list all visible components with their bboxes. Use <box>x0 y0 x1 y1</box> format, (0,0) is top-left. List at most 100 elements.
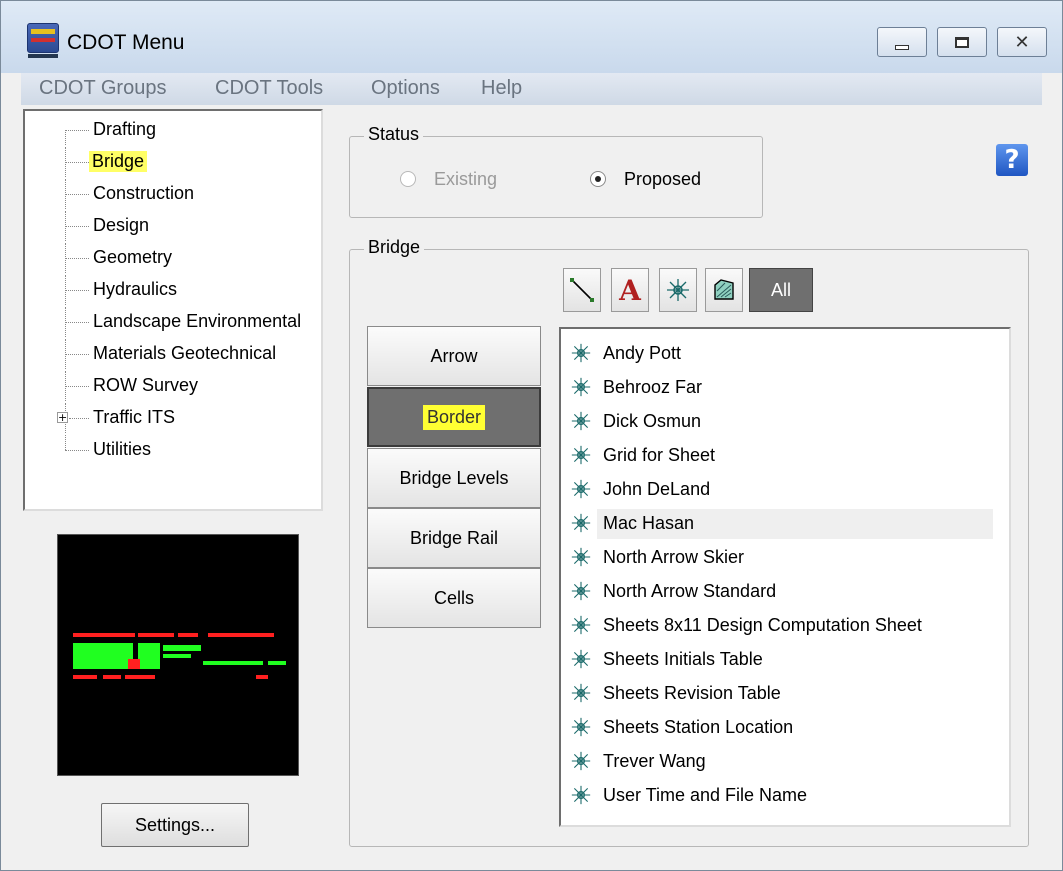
cell-icon <box>571 615 591 635</box>
list-item-label: Sheets 8x11 Design Computation Sheet <box>603 615 922 635</box>
status-group-label: Status <box>364 124 424 145</box>
tree-item-label: Traffic ITS <box>93 407 176 427</box>
line-icon <box>570 278 594 302</box>
menu-options[interactable]: Options <box>371 77 440 100</box>
preview-drawing <box>73 633 286 679</box>
cell-icon <box>571 717 591 737</box>
tree-item-label: Landscape Environmental <box>93 311 302 331</box>
list-item-label: Andy Pott <box>603 343 682 363</box>
cell-icon <box>571 513 591 533</box>
tree-item-label: Utilities <box>93 439 152 459</box>
list-item-label: Trever Wang <box>603 751 706 771</box>
minimize-button[interactable] <box>877 27 927 57</box>
maximize-icon <box>955 36 969 48</box>
filter-all-button[interactable]: All <box>749 268 813 312</box>
filter-text-button[interactable]: A <box>611 268 649 312</box>
cdot-menu-window: CDOT Menu ✕ CDOT Groups CDOT Tools Optio… <box>0 0 1063 871</box>
cell-icon <box>571 649 591 669</box>
list-item-sheets-station-location[interactable]: Sheets Station Location <box>569 713 999 743</box>
list-item-sheets-revision-table[interactable]: Sheets Revision Table <box>569 679 999 709</box>
existing-radio[interactable] <box>400 171 416 187</box>
cell-icon <box>571 785 591 805</box>
cell-icon <box>571 581 591 601</box>
list-item-user-time-and-file-name[interactable]: User Time and File Name <box>569 781 999 811</box>
cell-icon <box>571 683 591 703</box>
list-item-behrooz-far[interactable]: Behrooz Far <box>569 373 999 403</box>
tree-item-drafting[interactable]: Drafting <box>25 115 323 145</box>
tree-item-construction[interactable]: Construction <box>25 179 323 209</box>
menu-bar: CDOT Groups CDOT Tools Options Help <box>21 73 1042 105</box>
list-item-andy-pott[interactable]: Andy Pott <box>569 339 999 369</box>
category-arrow-button[interactable]: Arrow <box>367 326 541 386</box>
list-item-dick-osmun[interactable]: Dick Osmun <box>569 407 999 437</box>
cell-icon <box>571 479 591 499</box>
tree-item-utilities[interactable]: Utilities <box>25 435 323 465</box>
list-item-label: Grid for Sheet <box>603 445 716 465</box>
menu-cdot-tools[interactable]: CDOT Tools <box>215 77 323 100</box>
proposed-radio-label: Proposed <box>624 169 702 189</box>
tree-item-row-survey[interactable]: ROW Survey <box>25 371 323 401</box>
list-item-label: Sheets Initials Table <box>603 649 763 669</box>
window-title: CDOT Menu <box>67 31 185 54</box>
cell-icon <box>571 445 591 465</box>
tree-item-label: Materials Geotechnical <box>93 343 277 363</box>
list-item-label: Sheets Station Location <box>603 717 794 737</box>
list-item-north-arrow-skier[interactable]: North Arrow Skier <box>569 543 999 573</box>
tree-item-label: Design <box>93 215 150 235</box>
settings-button[interactable]: Settings... <box>101 803 249 847</box>
list-item-sheets-8x11-design-computation-sheet[interactable]: Sheets 8x11 Design Computation Sheet <box>569 611 999 641</box>
category-cells-button[interactable]: Cells <box>367 568 541 628</box>
group-tree[interactable]: Drafting Bridge Construction Design Geom… <box>23 109 323 511</box>
list-item-label: Dick Osmun <box>603 411 702 431</box>
proposed-radio[interactable] <box>590 171 606 187</box>
list-item-mac-hasan[interactable]: Mac Hasan <box>571 509 993 539</box>
list-item-trever-wang[interactable]: Trever Wang <box>569 747 999 777</box>
filter-pattern-button[interactable] <box>705 268 743 312</box>
existing-radio-label: Existing <box>434 169 498 189</box>
list-item-label: Sheets Revision Table <box>603 683 781 703</box>
filter-line-button[interactable] <box>563 268 601 312</box>
list-item-label: Behrooz Far <box>603 377 703 397</box>
text-icon: A <box>619 273 641 307</box>
category-label: Arrow <box>430 345 478 366</box>
tree-item-hydraulics[interactable]: Hydraulics <box>25 275 323 305</box>
cell-list[interactable]: Andy Pott Behrooz Far Dick Osmun Grid fo… <box>559 327 1011 827</box>
help-icon[interactable]: ? <box>996 144 1028 176</box>
cell-icon <box>667 279 689 301</box>
list-item-north-arrow-standard[interactable]: North Arrow Standard <box>569 577 999 607</box>
tree-item-traffic-its[interactable]: + Traffic ITS <box>25 403 323 433</box>
tree-item-label: Construction <box>93 183 195 203</box>
category-border-button[interactable]: Border <box>367 387 541 447</box>
cell-icon <box>571 377 591 397</box>
tree-item-label: Geometry <box>93 247 173 267</box>
category-bridge-rail-button[interactable]: Bridge Rail <box>367 508 541 568</box>
title-bar[interactable]: CDOT Menu ✕ <box>1 1 1062 73</box>
tree-item-label: Bridge <box>89 151 148 172</box>
list-item-label: User Time and File Name <box>603 785 808 805</box>
cell-icon <box>571 411 591 431</box>
list-item-grid-for-sheet[interactable]: Grid for Sheet <box>569 441 999 471</box>
cdot-app-icon <box>27 23 59 58</box>
close-button[interactable]: ✕ <box>997 27 1047 57</box>
tree-item-landscape-environmental[interactable]: Landscape Environmental <box>25 307 323 337</box>
filter-cell-button[interactable] <box>659 268 697 312</box>
maximize-button[interactable] <box>937 27 987 57</box>
list-item-label: North Arrow Standard <box>603 581 777 601</box>
tree-item-label: ROW Survey <box>93 375 199 395</box>
tree-item-materials-geotechnical[interactable]: Materials Geotechnical <box>25 339 323 369</box>
tree-item-bridge[interactable]: Bridge <box>25 147 323 177</box>
category-label: Bridge Rail <box>409 527 499 548</box>
minimize-icon <box>895 44 909 50</box>
category-bridge-levels-button[interactable]: Bridge Levels <box>367 448 541 508</box>
category-label: Bridge Levels <box>399 467 509 488</box>
list-item-label: North Arrow Skier <box>603 547 745 567</box>
tree-item-design[interactable]: Design <box>25 211 323 241</box>
tree-item-geometry[interactable]: Geometry <box>25 243 323 273</box>
menu-cdot-groups[interactable]: CDOT Groups <box>39 77 166 100</box>
list-item-sheets-initials-table[interactable]: Sheets Initials Table <box>569 645 999 675</box>
menu-help[interactable]: Help <box>481 77 522 100</box>
category-label: Border <box>422 404 486 430</box>
expand-icon[interactable]: + <box>57 412 68 423</box>
list-item-john-deland[interactable]: John DeLand <box>569 475 999 505</box>
list-item-label: John DeLand <box>603 479 711 499</box>
